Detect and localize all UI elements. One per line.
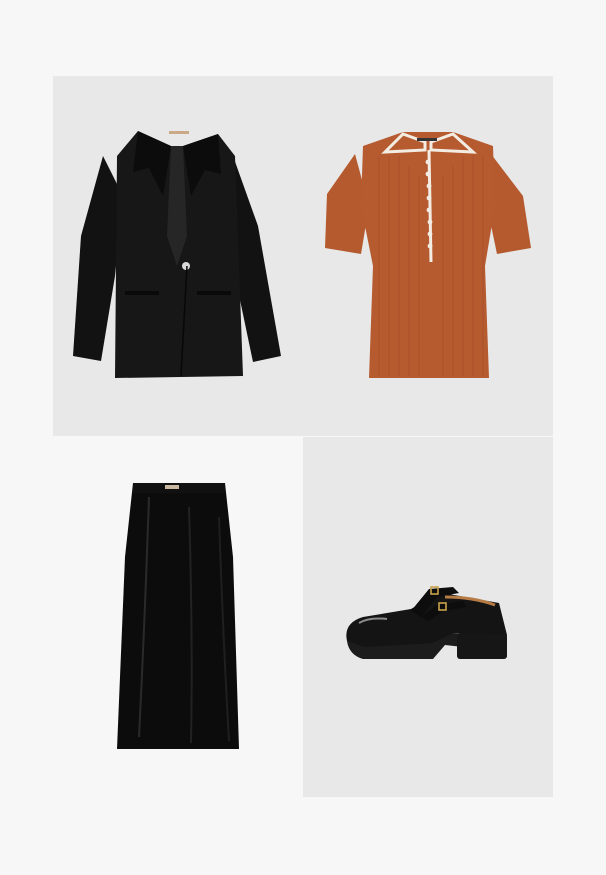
blazer-button — [182, 262, 190, 270]
shoes-image — [346, 586, 507, 659]
shoes-tile — [303, 437, 553, 797]
shoe-heel — [457, 633, 507, 659]
skirt-image — [117, 483, 239, 749]
polo-top-tile — [303, 76, 553, 436]
polo-top-image — [325, 132, 531, 378]
skirt-tile — [53, 437, 303, 797]
skirt-body — [117, 483, 239, 749]
blazer-image — [73, 131, 281, 378]
outfit-collage — [0, 0, 606, 875]
